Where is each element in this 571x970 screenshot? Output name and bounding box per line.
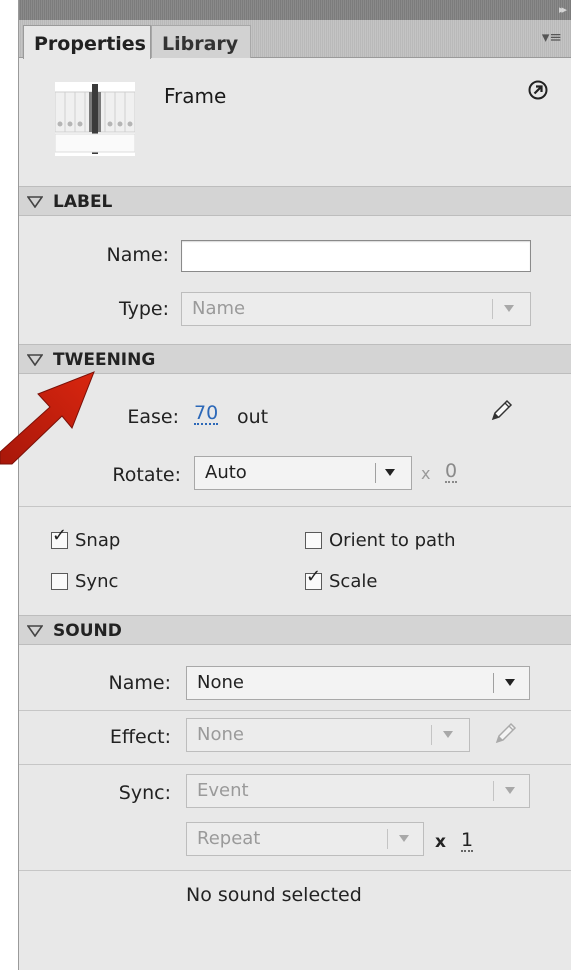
label-type-label: Type: xyxy=(118,298,169,320)
ease-value[interactable]: 70 xyxy=(194,403,219,425)
panel-title-strip: ▸▸ xyxy=(19,0,571,20)
chevron-down-icon xyxy=(399,835,409,842)
label-section-header[interactable]: LABEL xyxy=(19,186,571,216)
properties-panel: ▸▸ Properties Library ▾≡ Frame LABEL Nam… xyxy=(18,0,571,970)
repeat-value: Repeat xyxy=(197,828,261,849)
sync-label: Sync xyxy=(75,571,119,592)
label-type-select[interactable]: Name xyxy=(181,292,531,326)
chevron-down-icon xyxy=(505,679,515,686)
checkmark-icon: ✓ xyxy=(306,566,322,587)
tab-properties[interactable]: Properties xyxy=(23,25,151,59)
pencil-icon[interactable] xyxy=(493,720,519,746)
effect-select[interactable]: None xyxy=(186,718,470,752)
annotation-arrow xyxy=(0,371,95,465)
effect-label: Effect: xyxy=(109,726,171,748)
sound-sync-value: Event xyxy=(197,780,249,801)
checkmark-icon: ✓ xyxy=(52,525,68,546)
sound-sync-select[interactable]: Event xyxy=(186,774,530,808)
sound-status: No sound selected xyxy=(186,884,362,906)
orient-to-path-label: Orient to path xyxy=(329,530,456,551)
tab-bar: Properties Library ▾≡ xyxy=(19,20,571,59)
ease-direction: out xyxy=(237,406,269,428)
label-section-title: LABEL xyxy=(53,192,113,212)
effect-value: None xyxy=(197,724,244,745)
sound-section-title: SOUND xyxy=(53,621,122,641)
repeat-count[interactable]: 1 xyxy=(461,830,474,852)
label-name-label: Name: xyxy=(106,244,169,266)
sound-sync-label: Sync: xyxy=(118,782,171,804)
repeat-times-symbol: x xyxy=(435,832,446,852)
sync-checkbox[interactable]: Sync xyxy=(51,571,118,592)
panel-menu-icon[interactable]: ▾≡ xyxy=(542,28,562,46)
label-type-value: Name xyxy=(192,298,246,319)
sound-name-label: Name: xyxy=(108,672,171,694)
rotate-select[interactable]: Auto xyxy=(194,456,412,490)
sound-section-header[interactable]: SOUND xyxy=(19,615,571,645)
sound-name-value: None xyxy=(197,672,244,693)
snap-label: Snap xyxy=(75,530,121,551)
chevron-down-icon xyxy=(443,731,453,738)
pencil-icon[interactable] xyxy=(489,397,515,423)
rotate-times-symbol: x xyxy=(421,464,431,483)
chevron-down-icon xyxy=(504,305,514,312)
divider xyxy=(19,764,571,765)
divider xyxy=(19,506,571,507)
snap-checkbox[interactable]: ✓ Snap xyxy=(51,525,121,551)
chevron-down-icon xyxy=(385,469,395,476)
tab-library[interactable]: Library xyxy=(151,25,251,58)
repeat-select[interactable]: Repeat xyxy=(186,822,424,856)
sound-name-select[interactable]: None xyxy=(186,666,530,700)
link-icon[interactable] xyxy=(528,80,548,100)
frame-icon xyxy=(54,82,136,156)
disclosure-triangle-icon xyxy=(27,625,43,637)
rotate-value: Auto xyxy=(205,462,247,483)
divider xyxy=(19,870,571,871)
label-name-input[interactable] xyxy=(181,240,531,272)
header-title: Frame xyxy=(164,84,227,108)
scale-checkbox[interactable]: ✓ Scale xyxy=(305,566,378,592)
rotate-count[interactable]: 0 xyxy=(445,461,458,483)
orient-to-path-checkbox[interactable]: Orient to path xyxy=(305,530,456,551)
scale-label: Scale xyxy=(329,571,378,592)
chevron-down-icon xyxy=(505,787,515,794)
disclosure-triangle-icon xyxy=(27,196,43,208)
collapse-icon[interactable]: ▸▸ xyxy=(559,3,567,16)
divider xyxy=(19,710,571,711)
